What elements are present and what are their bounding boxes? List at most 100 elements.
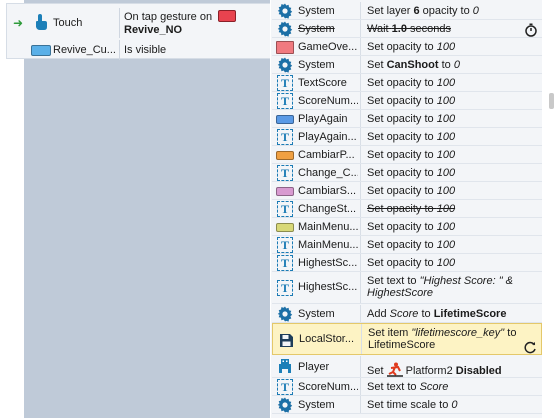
column-divider [360,378,361,395]
event-conditions[interactable]: ➜ Touch On tap gesture on Revive_NO Revi… [6,3,270,60]
action-param: CanShoot [386,59,439,71]
action-text: Set opacity to 100 [367,257,455,269]
action-row[interactable]: T ScoreNum... Set opacity to 100 [272,92,542,110]
condition-row[interactable]: Revive_Cu... Is visible [7,40,270,60]
column-divider [119,8,120,38]
condition-object-name: Touch [53,17,83,29]
text-object-icon: T [276,165,294,181]
save-icon [277,332,295,348]
column-divider [360,20,361,37]
column-divider [360,200,361,217]
action-row[interactable]: T ScoreNum... Set text to Score [272,378,542,396]
gear-icon [276,306,294,322]
text-object-icon: T [276,201,294,217]
action-row[interactable]: PlayAgain Set opacity to 100 [272,110,542,128]
action-text-part: seconds [406,23,451,35]
condition-row[interactable]: ➜ Touch On tap gesture on Revive_NO [7,8,270,38]
action-row[interactable]: GameOve... Set opacity to 100 [272,38,542,56]
action-object-name: System [298,23,335,35]
action-text-part: Set item [368,327,412,339]
action-row-disabled[interactable]: T ChangeSt... Set opacity to 100 [272,200,542,218]
action-text: Set opacity to 100 [367,77,455,89]
action-text-part: Set opacity to [367,131,437,143]
scrollbar-thumb[interactable] [549,93,554,109]
action-row[interactable]: T PlayAgain... Set opacity to 100 [272,128,542,146]
revive-no-swatch [218,9,237,22]
action-row[interactable]: Player Set Platform2 Disabled [272,356,542,378]
action-row[interactable]: T HighestSc... Set text to "Highest Scor… [272,272,542,304]
column-divider [360,236,361,253]
playagain-swatch-icon [276,111,294,127]
action-object-name: GameOve... [298,41,358,53]
action-text: Set opacity to 100 [367,239,455,251]
action-param: 0 [451,399,458,411]
action-row[interactable]: T TextScore Set opacity to 100 [272,74,542,92]
action-param: 100 [436,113,456,125]
action-text-part: Set text to [367,381,420,393]
action-text-part: Set [367,59,387,71]
action-text-part: Platform2 [405,365,453,377]
touch-hand-icon [33,13,49,34]
action-text: Set text to Score [367,381,448,393]
text-object-icon: T [276,75,294,91]
action-row[interactable]: T MainMenu... Set opacity to 100 [272,236,542,254]
action-row[interactable]: System Add Score to LifetimeScore [272,305,542,323]
action-object-name: System [298,59,335,71]
action-object-name: LocalStor... [299,333,355,345]
action-text-part: Set opacity to [367,95,437,107]
action-text: Set opacity to 100 [367,221,455,233]
action-param: 100 [436,149,456,161]
event-sheet-background [24,0,270,418]
action-param: "lifetimescore_key" [411,327,505,339]
action-text: Set opacity to 100 [367,185,455,197]
column-divider [360,2,361,19]
action-text: Set layer 6 opacity to 0 [367,5,479,17]
action-row[interactable]: System Set time scale to 0 [272,396,542,414]
action-row-selected[interactable]: LocalStor... Set item "lifetimescore_key… [272,323,542,355]
column-divider [360,146,361,163]
text-object-icon: T [276,93,294,109]
gameover-swatch-icon [276,39,294,55]
action-row[interactable]: System Set CanShoot to 0 [272,56,542,74]
action-row[interactable]: CambiarP... Set opacity to 100 [272,146,542,164]
action-param: 100 [436,203,456,215]
column-divider [360,56,361,73]
player-sprite-icon [276,358,294,374]
gear-icon [276,57,294,73]
action-param: 100 [436,167,456,179]
text-object-icon: T [276,255,294,271]
action-param: 100 [436,221,456,233]
action-text-part: to [438,59,454,71]
condition-object-name: Revive_Cu... [53,44,116,56]
action-param: Score [419,381,449,393]
revive-swatch-icon [31,44,51,56]
action-param: LifetimeScore [368,339,436,351]
action-text: Set time scale to 0 [367,399,458,411]
action-row-disabled[interactable]: System Wait 1.0 seconds [272,20,542,38]
action-text: Set opacity to 100 [367,149,455,161]
text-object-icon: T [276,129,294,145]
action-text-part: Set layer [367,5,414,17]
action-row[interactable]: T HighestSc... Set opacity to 100 [272,254,542,272]
action-object-name: Player [298,361,330,373]
action-text-part: Set opacity to [367,113,437,125]
action-row[interactable]: MainMenu... Set opacity to 100 [272,218,542,236]
action-text: Add Score to LifetimeScore [367,308,506,320]
action-text-part: Set text to [367,275,420,287]
action-param: 100 [436,239,456,251]
column-divider [360,128,361,145]
action-param: HighestScore [367,287,434,299]
action-row[interactable]: T Change_C... Set opacity to 100 [272,164,542,182]
action-row[interactable]: System Set layer 6 opacity to 0 [272,2,542,20]
action-text: Set opacity to 100 [367,113,455,125]
action-text-part: Set opacity to [367,41,437,53]
action-object-name: ScoreNum... [298,95,358,107]
action-text-part: Add [367,308,390,320]
action-row[interactable]: CambiarS... Set opacity to 100 [272,182,542,200]
action-text-part: opacity to [419,5,473,17]
action-text-part: Set opacity to [367,185,437,197]
column-divider [360,272,361,303]
action-text: Set opacity to 100 [367,203,455,215]
column-divider [119,40,120,60]
action-object-name: ScoreNum... [298,381,358,393]
